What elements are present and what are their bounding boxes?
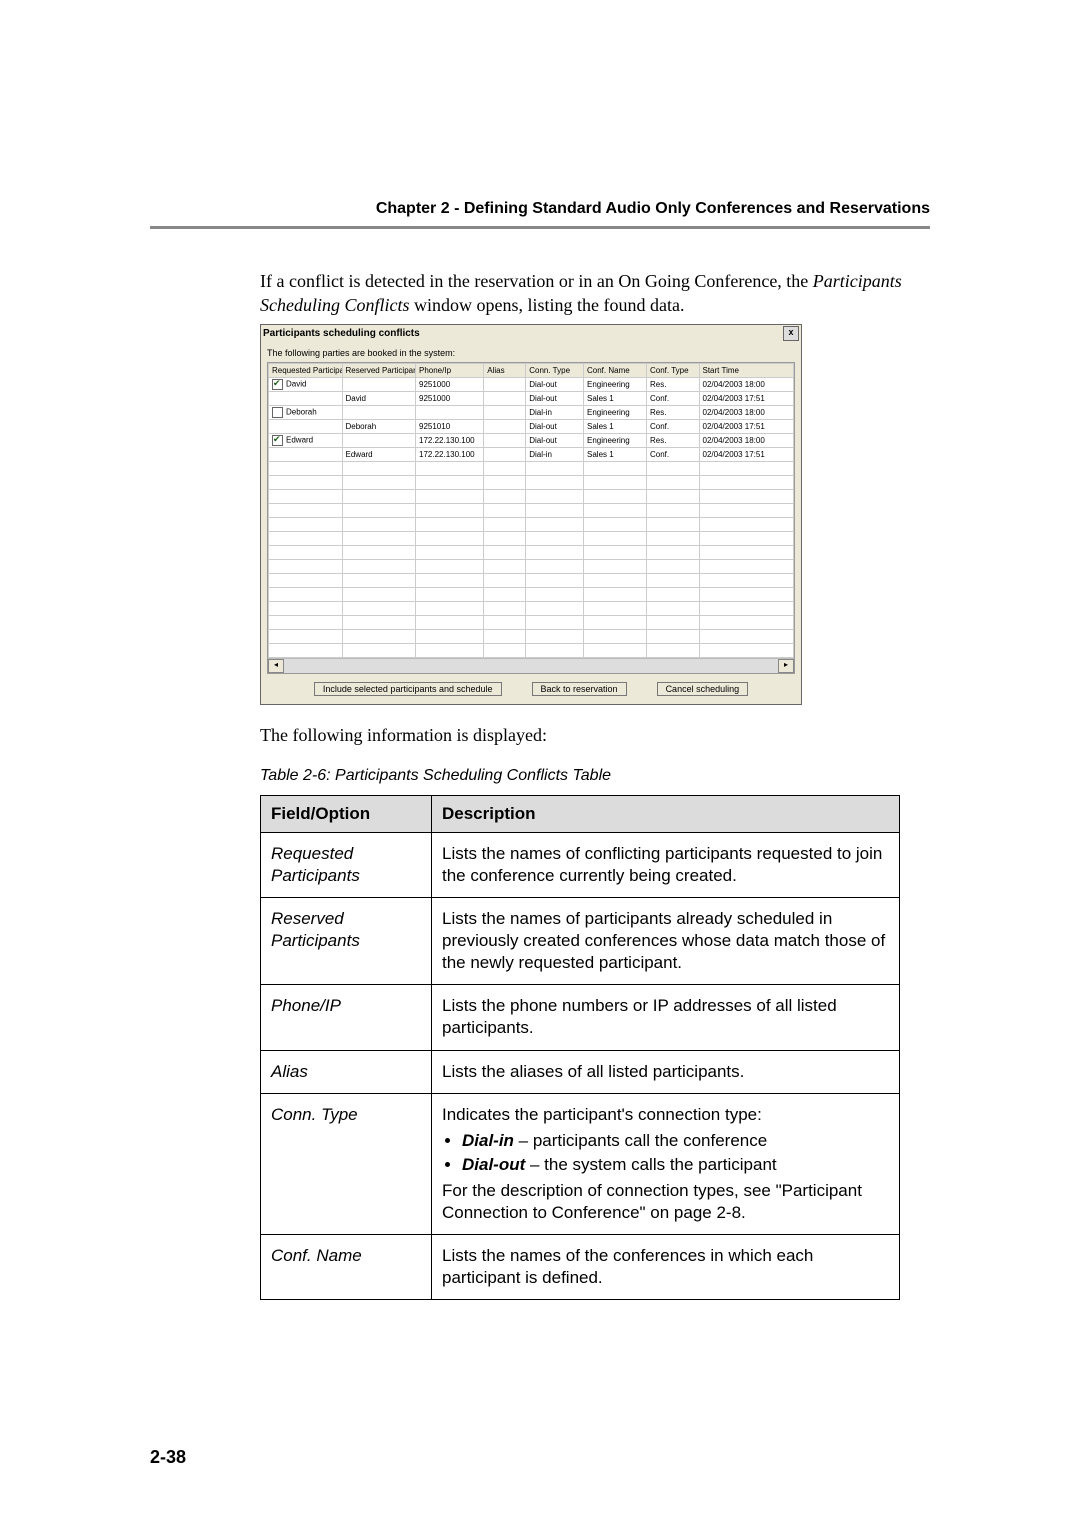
ref-field: Conn. Type [261,1093,432,1234]
ref-field: Alias [261,1050,432,1093]
ref-head-field: Field/Option [261,795,432,832]
ref-desc: Lists the names of the conferences in wh… [432,1235,900,1300]
column-header: Requested Participants [269,363,343,377]
table-row[interactable] [269,615,794,629]
dialog-note: The following parties are booked in the … [267,348,795,358]
scroll-right-icon[interactable]: ▸ [778,659,794,673]
ref-head-desc: Description [432,795,900,832]
column-header: Alias [484,363,526,377]
after-text: The following information is displayed: [260,723,930,747]
table-row[interactable]: DeborahDial-inEngineeringRes.02/04/2003 … [269,405,794,419]
include-schedule-button[interactable]: Include selected participants and schedu… [314,682,502,696]
column-header: Conf. Type [647,363,700,377]
dialog-title: Participants scheduling conflicts [263,328,420,339]
table-row[interactable]: Edward172.22.130.100Dial-outEngineeringR… [269,433,794,447]
ref-desc: Indicates the participant's connection t… [432,1093,900,1234]
table-row[interactable] [269,559,794,573]
table-row[interactable] [269,601,794,615]
checkbox-icon[interactable] [272,407,283,418]
table-row[interactable]: David9251000Dial-outEngineeringRes.02/04… [269,377,794,391]
conn-type-outro: For the description of connection types,… [442,1181,862,1222]
table-row[interactable] [269,461,794,475]
chapter-header: Chapter 2 - Defining Standard Audio Only… [150,200,930,218]
table-row[interactable] [269,531,794,545]
table-row[interactable] [269,629,794,643]
checkbox-icon[interactable] [272,435,283,446]
column-header: Reserved Participants [342,363,416,377]
table-caption: Table 2-6: Participants Scheduling Confl… [260,767,930,785]
intro-paragraph: If a conflict is detected in the reserva… [260,269,930,318]
table-row[interactable] [269,503,794,517]
table-row[interactable] [269,573,794,587]
ref-field: Phone/IP [261,985,432,1050]
table-row[interactable] [269,475,794,489]
table-row[interactable] [269,643,794,657]
table-row[interactable] [269,489,794,503]
ref-desc: Lists the aliases of all listed particip… [432,1050,900,1093]
ref-field: Requested Participants [261,832,432,897]
chapter-divider [150,226,930,229]
table-row[interactable] [269,587,794,601]
bullet-dial-in: Dial-in – participants call the conferen… [462,1130,889,1152]
intro-text-1: If a conflict is detected in the reserva… [260,271,813,291]
ref-desc: Lists the names of conflicting participa… [432,832,900,897]
ref-desc: Lists the names of participants already … [432,898,900,985]
intro-text-2: window opens, listing the found data. [409,295,684,315]
ref-field: Conf. Name [261,1235,432,1300]
table-row[interactable]: Deborah9251010Dial-outSales 1Conf.02/04/… [269,419,794,433]
reference-table: Field/Option Description Requested Parti… [260,795,900,1300]
ref-desc: Lists the phone numbers or IP addresses … [432,985,900,1050]
conflicts-table: Requested ParticipantsReserved Participa… [268,363,794,658]
column-header: Conn. Type [526,363,584,377]
conn-type-intro: Indicates the participant's connection t… [442,1105,762,1124]
horizontal-scrollbar[interactable]: ◂ ▸ [268,658,794,673]
table-row[interactable] [269,545,794,559]
table-row[interactable] [269,517,794,531]
table-row[interactable]: Edward172.22.130.100Dial-inSales 1Conf.0… [269,447,794,461]
conflicts-dialog: Participants scheduling conflicts x The … [260,324,802,705]
conflicts-table-wrap: Requested ParticipantsReserved Participa… [267,362,795,674]
back-to-reservation-button[interactable]: Back to reservation [532,682,627,696]
cancel-scheduling-button[interactable]: Cancel scheduling [657,682,749,696]
column-header: Conf. Name [584,363,647,377]
close-icon[interactable]: x [783,326,799,341]
checkbox-icon[interactable] [272,379,283,390]
page-number: 2-38 [150,1447,186,1468]
dialog-titlebar: Participants scheduling conflicts x [261,325,801,342]
bullet-dial-out: Dial-out – the system calls the particip… [462,1154,889,1176]
ref-field: Reserved Participants [261,898,432,985]
scroll-left-icon[interactable]: ◂ [268,659,284,673]
table-row[interactable]: David9251000Dial-outSales 1Conf.02/04/20… [269,391,794,405]
column-header: Start Time [699,363,794,377]
column-header: Phone/Ip [416,363,484,377]
